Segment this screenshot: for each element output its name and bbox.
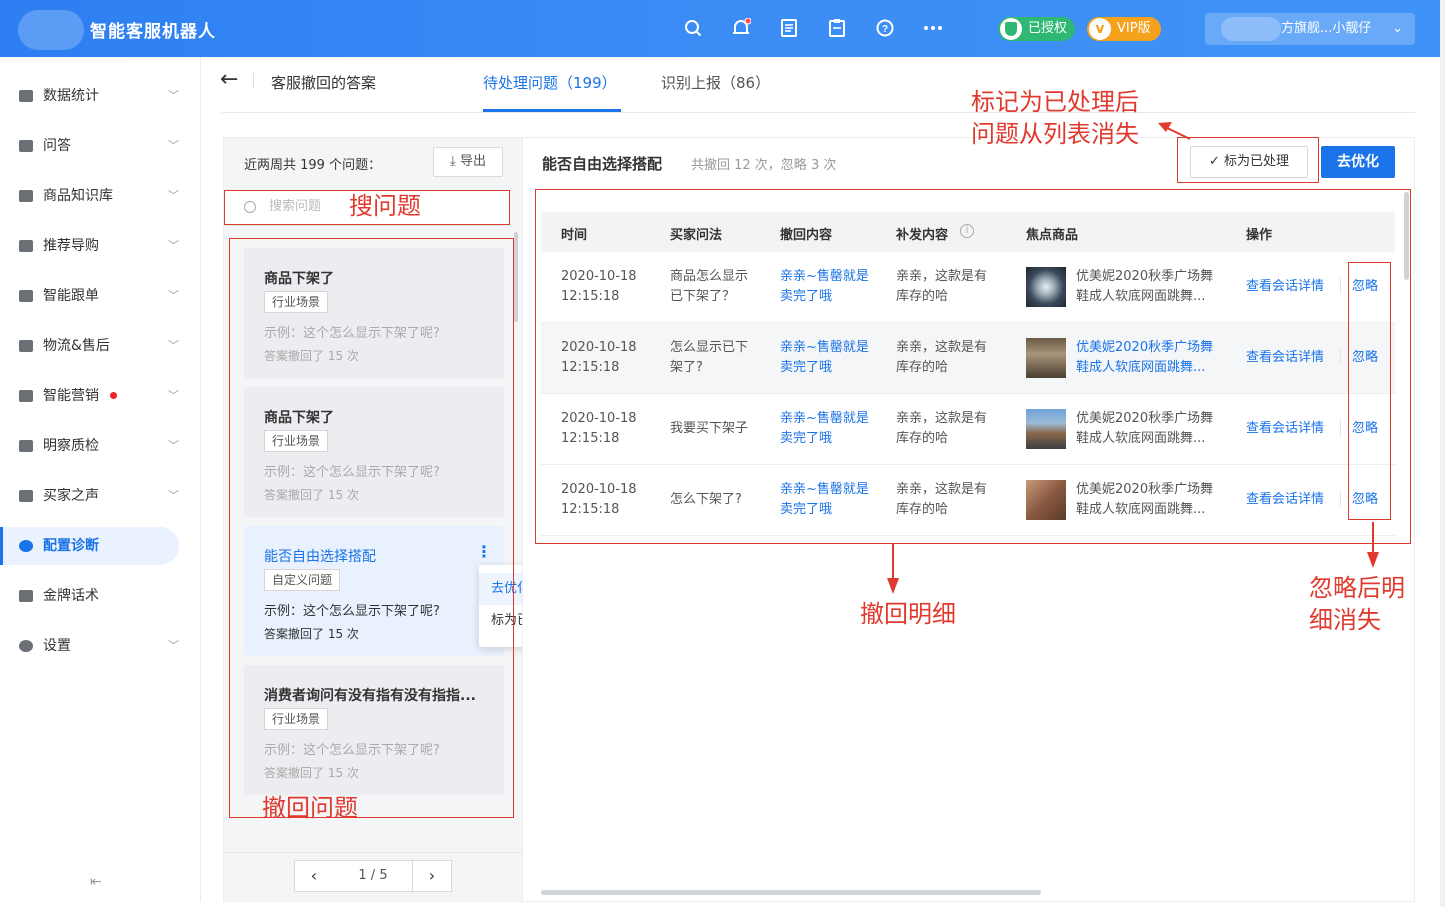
cart-icon bbox=[19, 240, 33, 252]
marketing-icon bbox=[19, 390, 33, 402]
annotation-ignore-line1: 忽略后明 bbox=[1309, 574, 1405, 602]
pager-prev-button[interactable]: ‹ bbox=[294, 860, 334, 892]
diagnose-icon bbox=[19, 540, 33, 552]
chevron-down-icon: ﹀ bbox=[168, 639, 179, 652]
inspect-icon bbox=[19, 440, 33, 452]
export-button[interactable]: ⤓ 导出 bbox=[433, 147, 503, 177]
sidebar-item-stats[interactable]: 数据统计 ﹀ bbox=[0, 77, 194, 115]
bell-icon[interactable] bbox=[730, 17, 752, 39]
sidebar-item-knowledge[interactable]: 商品知识库 ﹀ bbox=[0, 177, 194, 215]
annotation-mark-line1: 标记为已处理后 bbox=[971, 88, 1139, 116]
chevron-down-icon: ﹀ bbox=[168, 289, 179, 302]
chevron-left-icon: ‹ bbox=[310, 866, 318, 885]
search-icon[interactable] bbox=[682, 17, 704, 39]
page-title: 客服撤回的答案 bbox=[271, 74, 377, 92]
svg-text:?: ? bbox=[882, 24, 888, 35]
annotation-list: 撤回问题 bbox=[262, 794, 358, 822]
list-scrollbar[interactable] bbox=[514, 232, 518, 322]
divider bbox=[223, 852, 523, 853]
avatar bbox=[1221, 17, 1281, 41]
download-icon: ⤓ bbox=[450, 154, 460, 169]
sidebar-item-inspect[interactable]: 明察质检 ﹀ bbox=[0, 427, 194, 465]
optimize-button[interactable]: 去优化 bbox=[1321, 146, 1395, 178]
chevron-down-icon: ﹀ bbox=[168, 139, 179, 152]
layers-icon bbox=[19, 290, 33, 302]
window-edge bbox=[1440, 0, 1445, 907]
question-summary: 近两周共 199 个问题： bbox=[244, 158, 382, 173]
sidebar-item-recommend[interactable]: 推荐导购 ﹀ bbox=[0, 227, 194, 265]
truck-icon bbox=[19, 340, 33, 352]
clipboard-icon[interactable] bbox=[826, 17, 848, 39]
annotation-mark-line2: 问题从列表消失 bbox=[971, 120, 1139, 148]
user-name: 方旗舰...小靓仔 bbox=[1281, 21, 1372, 36]
chevron-down-icon: ﹀ bbox=[168, 389, 179, 402]
chat-icon bbox=[19, 140, 33, 152]
chevron-right-icon: › bbox=[428, 866, 436, 885]
chevron-down-icon: ﹀ bbox=[168, 239, 179, 252]
annotation-detail: 撤回明细 bbox=[860, 600, 956, 628]
annotation-ignore-line2: 细消失 bbox=[1309, 606, 1381, 634]
annotation-search: 搜问题 bbox=[349, 192, 421, 220]
detail-subtitle: 共撤回 12 次，忽略 3 次 bbox=[691, 158, 837, 173]
top-bar: 智能客服机器人 ? 已授权 v VIP版 方旗舰...小靓仔 ⌄ bbox=[0, 0, 1440, 57]
help-icon[interactable]: ? bbox=[874, 17, 896, 39]
sidebar-item-buyer-voice[interactable]: 买家之声 ﹀ bbox=[0, 477, 194, 515]
authorized-badge: 已授权 bbox=[998, 17, 1076, 41]
divider bbox=[253, 73, 254, 89]
user-menu[interactable]: 方旗舰...小靓仔 ⌄ bbox=[1205, 13, 1415, 45]
tab-pending[interactable]: 待处理问题（199） bbox=[483, 72, 617, 93]
shield-icon bbox=[1000, 18, 1022, 40]
sidebar-item-marketing[interactable]: 智能营销 ﹀ bbox=[0, 377, 194, 415]
notification-dot bbox=[110, 392, 117, 399]
divider bbox=[222, 112, 1415, 113]
more-icon[interactable] bbox=[922, 17, 944, 39]
gear-icon bbox=[19, 640, 33, 652]
app-title: 智能客服机器人 bbox=[90, 22, 216, 42]
pager-indicator: 1 / 5 bbox=[333, 860, 413, 892]
sidebar-item-settings[interactable]: 设置 ﹀ bbox=[0, 627, 194, 665]
chevron-down-icon: ﹀ bbox=[168, 339, 179, 352]
chevron-down-icon: ﹀ bbox=[168, 89, 179, 102]
sidebar: 数据统计 ﹀ 问答 ﹀ 商品知识库 ﹀ 推荐导购 ﹀ 智能跟单 ﹀ 物流&售后 ﹀ 智能营销… bbox=[0, 57, 201, 902]
tab-reported[interactable]: 识别上报（86） bbox=[661, 72, 770, 93]
chart-icon bbox=[19, 90, 33, 102]
sidebar-item-diagnose[interactable]: 配置诊断 bbox=[0, 527, 179, 565]
annotation-box-detail bbox=[535, 189, 1411, 544]
chevron-down-icon: ⌄ bbox=[1392, 21, 1403, 36]
chevron-down-icon: ﹀ bbox=[168, 489, 179, 502]
detail-title: 能否自由选择搭配 bbox=[542, 155, 663, 173]
annotation-box-mark bbox=[1177, 137, 1319, 183]
pager-next-button[interactable]: › bbox=[412, 860, 452, 892]
sidebar-item-scripts[interactable]: 金牌话术 bbox=[0, 577, 194, 615]
horizontal-scrollbar[interactable] bbox=[541, 890, 1041, 895]
vip-icon: v bbox=[1089, 18, 1111, 40]
chevron-down-icon: ﹀ bbox=[168, 189, 179, 202]
sidebar-item-qa[interactable]: 问答 ﹀ bbox=[0, 127, 194, 165]
back-arrow-icon[interactable]: ← bbox=[220, 67, 238, 92]
document-icon[interactable] bbox=[778, 17, 800, 39]
book-icon bbox=[19, 190, 33, 202]
sidebar-item-logistics[interactable]: 物流&售后 ﹀ bbox=[0, 327, 194, 365]
sidebar-item-followup[interactable]: 智能跟单 ﹀ bbox=[0, 277, 194, 315]
vip-badge: v VIP版 bbox=[1087, 17, 1161, 41]
medal-icon bbox=[19, 590, 33, 602]
annotation-box-ignore bbox=[1348, 262, 1391, 520]
user-voice-icon bbox=[19, 490, 33, 502]
chevron-down-icon: ﹀ bbox=[168, 439, 179, 452]
logo bbox=[18, 10, 84, 50]
collapse-sidebar-icon[interactable]: ⇤ bbox=[90, 874, 102, 890]
annotation-box-list bbox=[229, 238, 514, 818]
